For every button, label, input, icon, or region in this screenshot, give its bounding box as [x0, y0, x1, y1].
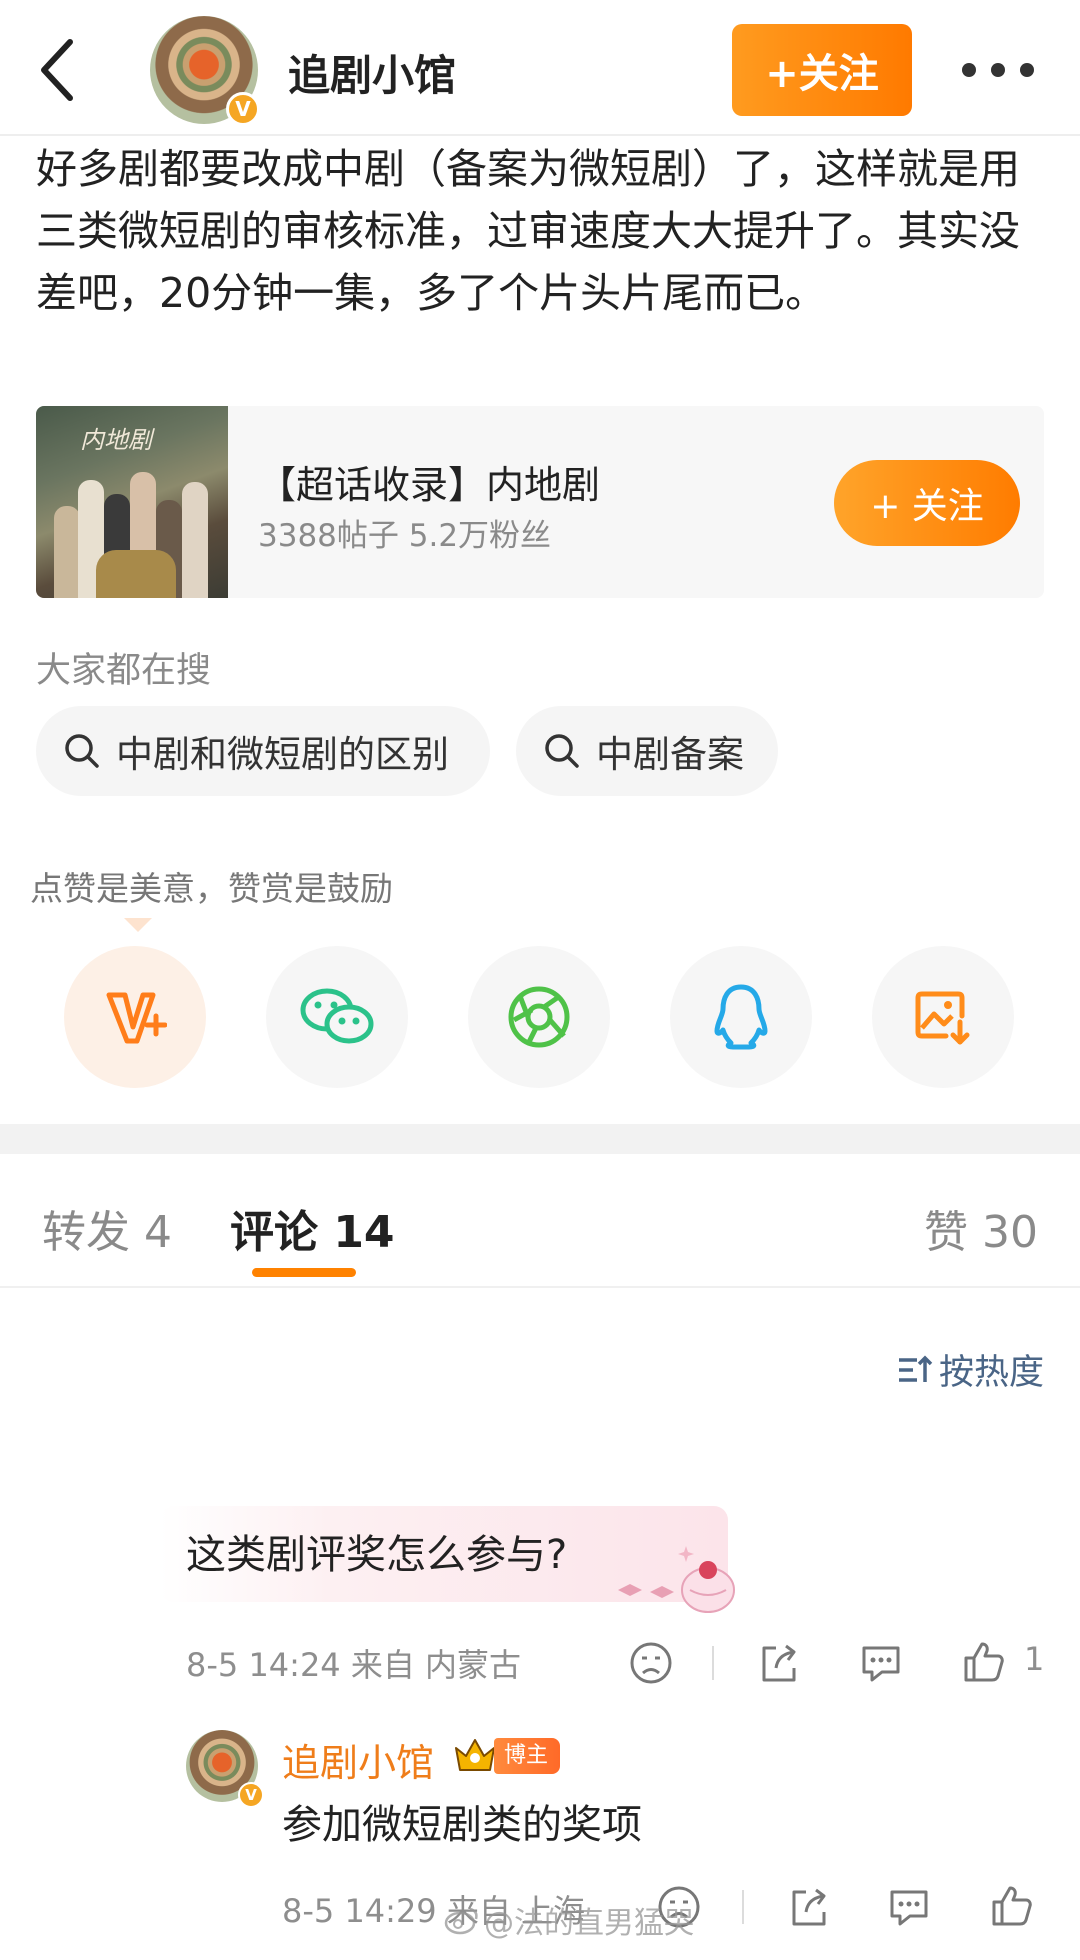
qq-icon: [714, 984, 768, 1050]
share-icon[interactable]: [756, 1640, 802, 1686]
watermark: @法的直男猛哭: [444, 1898, 694, 1942]
topic-follow-button[interactable]: + 关注: [834, 460, 1020, 546]
topic-card[interactable]: 内地剧 【超话收录】内地剧 3388帖子 5.2万粉丝 + 关注: [36, 406, 1044, 598]
action-separator: [742, 1890, 744, 1924]
save-image-button[interactable]: [872, 946, 1014, 1088]
author-name[interactable]: 追剧小馆: [288, 42, 456, 103]
comment-meta: 8-5 14:24 来自 内蒙古: [186, 1646, 522, 1684]
reward-pointer: [124, 918, 152, 932]
watermark-text: @法的直男猛哭: [484, 1906, 694, 1941]
action-separator: [712, 1646, 714, 1680]
topic-title: 【超话收录】内地剧: [258, 463, 601, 507]
weibo-v-plus-button[interactable]: [64, 946, 206, 1088]
weibo-logo-icon: [444, 1907, 478, 1935]
tabs-divider: [0, 1286, 1080, 1288]
tab-comments[interactable]: 评论 14: [230, 1196, 395, 1260]
blogger-badge: 博主: [494, 1738, 561, 1774]
top-bar: V 追剧小馆 +关注: [0, 0, 1080, 136]
author-avatar[interactable]: V: [150, 16, 260, 126]
wechat-share-button[interactable]: [266, 946, 408, 1088]
reply-comment-icon[interactable]: [858, 1640, 904, 1686]
topic-stats: 3388帖子 5.2万粉丝: [258, 518, 552, 554]
sort-by-hot-button[interactable]: 按热度: [897, 1344, 1044, 1395]
search-icon: [65, 734, 99, 768]
verified-badge-icon: V: [226, 92, 260, 126]
qq-share-button[interactable]: [670, 946, 812, 1088]
sort-label: 按热度: [938, 1353, 1044, 1393]
verified-badge-icon: V: [238, 1782, 264, 1808]
more-dots-icon[interactable]: [962, 50, 1034, 90]
wechat-icon: [300, 988, 374, 1044]
moments-share-button[interactable]: [468, 946, 610, 1088]
search-chip-label: 中剧和微短剧的区别: [116, 733, 449, 776]
reply-author-name[interactable]: 追剧小馆: [282, 1732, 434, 1787]
section-divider: [0, 1124, 1080, 1154]
follow-button[interactable]: +关注: [732, 24, 912, 116]
like-thumb-icon[interactable]: [988, 1882, 1034, 1928]
reward-prompt: 点赞是美意，赞赏是鼓励: [30, 869, 393, 908]
post-text: 好多剧都要改成中剧（备案为微短剧）了，这样就是用三类微短剧的审核标准，过审速度大…: [36, 145, 1020, 317]
cake-sticker-icon: [618, 1546, 735, 1613]
like-count: 1: [1024, 1640, 1045, 1678]
share-icon[interactable]: [786, 1884, 832, 1930]
topic-thumbnail: 内地剧: [36, 406, 228, 598]
weibo-post-detail-page: V 追剧小馆 +关注 好多剧都要改成中剧（备案为微短剧）了，这样就是用三类微短剧…: [0, 0, 1080, 1960]
moments-icon: [508, 986, 570, 1048]
search-chip[interactable]: 中剧和微短剧的区别: [36, 706, 490, 796]
like-thumb-icon[interactable]: [960, 1638, 1006, 1684]
crown-icon: [455, 1739, 495, 1771]
search-chip[interactable]: 中剧备案: [516, 706, 778, 796]
dislike-face-icon[interactable]: [628, 1640, 674, 1686]
search-chip-label: 中剧备案: [596, 733, 744, 776]
back-arrow-icon[interactable]: [32, 30, 92, 110]
hot-search-heading: 大家都在搜: [36, 651, 212, 691]
weibo-v-plus-icon: [106, 992, 167, 1044]
search-icon: [545, 734, 579, 768]
topic-thumbnail-title: 内地剧: [80, 426, 152, 454]
sort-icon: [898, 1355, 933, 1382]
tab-likes[interactable]: 赞 30: [924, 1196, 1038, 1260]
tab-forward[interactable]: 转发 4: [42, 1196, 172, 1260]
reply-text: 参加微短剧类的奖项: [282, 1802, 642, 1848]
reply-comment-icon[interactable]: [886, 1884, 932, 1930]
save-image-icon: [915, 991, 970, 1045]
comment-text: 这类剧评奖怎么参与?: [186, 1532, 568, 1578]
active-tab-indicator: [252, 1268, 356, 1277]
